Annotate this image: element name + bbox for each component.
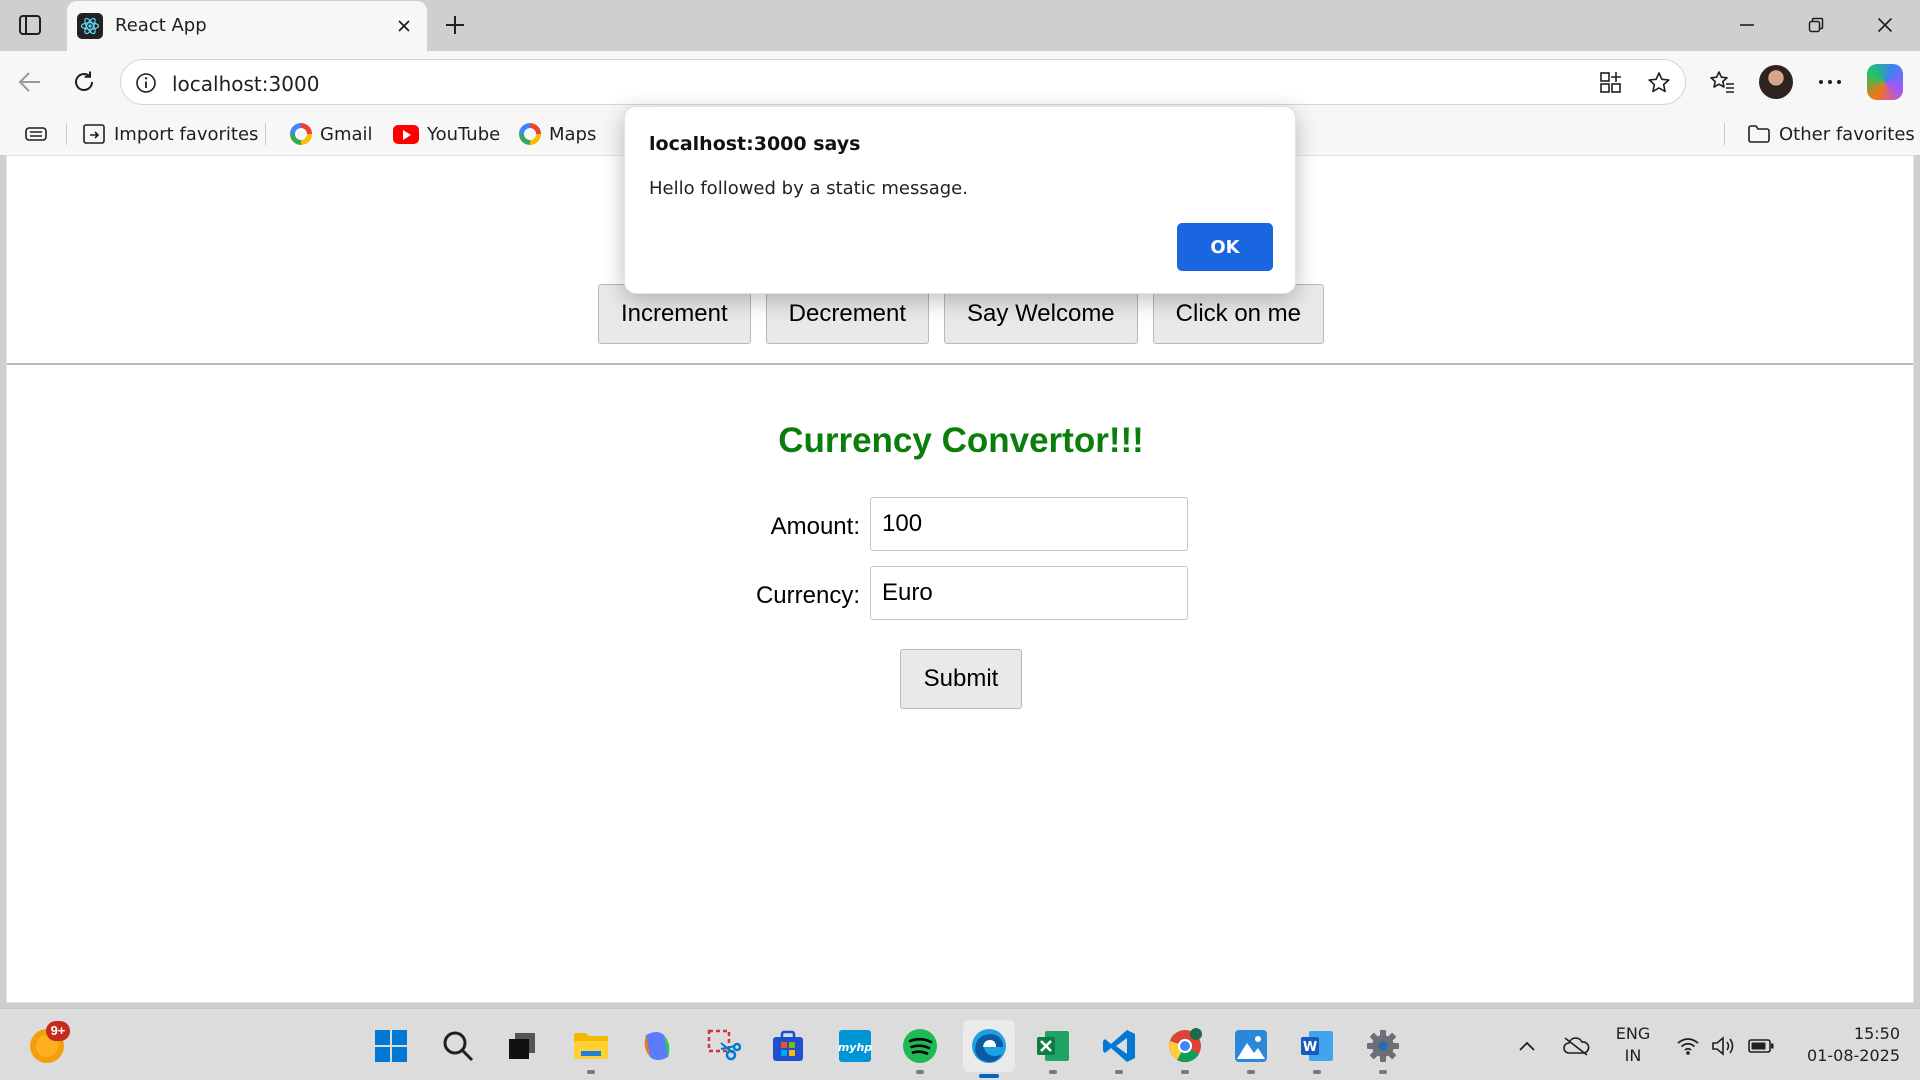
svg-text:W: W — [1303, 1040, 1317, 1055]
app-available-icon[interactable] — [1595, 68, 1627, 98]
notification-badge: 9+ — [46, 1021, 70, 1041]
photos-icon[interactable] — [1229, 1024, 1273, 1074]
google-icon — [290, 123, 312, 145]
dialog-title: localhost:3000 says — [649, 133, 861, 155]
word-icon[interactable]: W — [1295, 1024, 1339, 1074]
copilot-app-icon[interactable] — [635, 1024, 679, 1068]
currency-input[interactable] — [870, 566, 1188, 620]
close-tab-icon[interactable] — [391, 13, 417, 39]
favorite-gmail[interactable]: Gmail — [290, 119, 373, 149]
start-icon[interactable] — [369, 1024, 413, 1068]
submit-button[interactable]: Submit — [900, 649, 1022, 709]
youtube-icon — [393, 124, 419, 144]
dialog-message: Hello followed by a static message. — [649, 178, 968, 199]
refresh-icon[interactable] — [64, 63, 104, 101]
myhp-icon[interactable]: myhp — [833, 1024, 877, 1068]
svg-text:myhp: myhp — [838, 1041, 872, 1054]
other-favorites-folder[interactable]: Other favorites — [1747, 119, 1915, 149]
favorite-maps[interactable]: Maps — [519, 119, 596, 149]
more-options-icon[interactable] — [1811, 63, 1849, 101]
divider — [7, 363, 1913, 365]
browser-tab-bar: React App — [0, 0, 1920, 51]
snipping-tool-icon[interactable] — [702, 1024, 746, 1068]
amount-label: Amount: — [770, 513, 860, 540]
other-favorites-label: Other favorites — [1779, 123, 1915, 145]
favorite-label: Gmail — [320, 123, 373, 145]
favorite-label: YouTube — [427, 123, 501, 145]
region-indicator: IN — [1624, 1046, 1642, 1065]
edge-icon[interactable] — [963, 1020, 1015, 1078]
alert-dialog: localhost:3000 says Hello followed by a … — [624, 106, 1296, 294]
search-icon[interactable] — [436, 1024, 480, 1068]
microsoft-store-icon[interactable] — [766, 1024, 810, 1068]
react-favicon-icon — [77, 13, 103, 39]
copilot-icon[interactable] — [1867, 64, 1903, 100]
wifi-icon[interactable] — [1674, 1033, 1702, 1059]
new-tab-icon[interactable] — [438, 9, 472, 41]
clock-date: 01-08-2025 — [1807, 1046, 1900, 1065]
favorite-label: Maps — [549, 123, 597, 145]
settings-gear-icon[interactable] — [1361, 1024, 1405, 1074]
clock-time[interactable]: 15:50 — [1790, 1024, 1900, 1043]
amount-input[interactable] — [870, 497, 1188, 551]
onedrive-offline-icon[interactable] — [1560, 1033, 1592, 1059]
favorite-star-icon[interactable] — [1643, 68, 1675, 98]
browser-toolbar: localhost:3000 — [0, 51, 1920, 113]
battery-icon[interactable] — [1746, 1033, 1776, 1059]
import-icon — [83, 124, 105, 144]
collections-icon[interactable] — [24, 119, 48, 149]
google-icon — [519, 123, 541, 145]
import-favorites-label: Import favorites — [114, 123, 259, 145]
import-favorites-link[interactable]: Import favorites — [82, 119, 258, 149]
task-view-icon[interactable] — [500, 1024, 544, 1068]
chrome-icon[interactable] — [1163, 1024, 1207, 1074]
vscode-icon[interactable] — [1097, 1024, 1141, 1074]
favorites-list-icon[interactable] — [1703, 63, 1741, 101]
back-arrow-icon[interactable] — [10, 63, 50, 101]
file-explorer-icon[interactable] — [569, 1024, 613, 1074]
tab-title: React App — [115, 15, 207, 36]
active-tab[interactable]: React App — [67, 1, 427, 51]
site-info-icon[interactable] — [133, 70, 159, 96]
excel-icon[interactable] — [1031, 1024, 1075, 1074]
currency-label: Currency: — [755, 582, 860, 609]
spotify-icon[interactable] — [898, 1024, 942, 1074]
show-hidden-icons-chevron-icon[interactable] — [1514, 1033, 1540, 1059]
url-text: localhost:3000 — [172, 72, 320, 96]
minimize-icon[interactable] — [1725, 8, 1769, 42]
taskbar: 9+ myhp W ENG IN 15:50 01-08-2025 — [0, 1008, 1920, 1080]
close-window-icon[interactable] — [1863, 8, 1907, 42]
profile-avatar[interactable] — [1759, 65, 1793, 99]
tab-actions-icon[interactable] — [12, 8, 48, 42]
converter-heading: Currency Convertor!!! — [778, 421, 1144, 460]
folder-icon — [1748, 125, 1770, 143]
address-bar[interactable]: localhost:3000 — [120, 59, 1686, 105]
language-indicator[interactable]: ENG — [1610, 1024, 1656, 1043]
restore-icon[interactable] — [1794, 8, 1838, 42]
volume-icon[interactable] — [1710, 1033, 1738, 1059]
favorite-youtube[interactable]: YouTube — [393, 119, 500, 149]
ok-button[interactable]: OK — [1177, 223, 1273, 271]
